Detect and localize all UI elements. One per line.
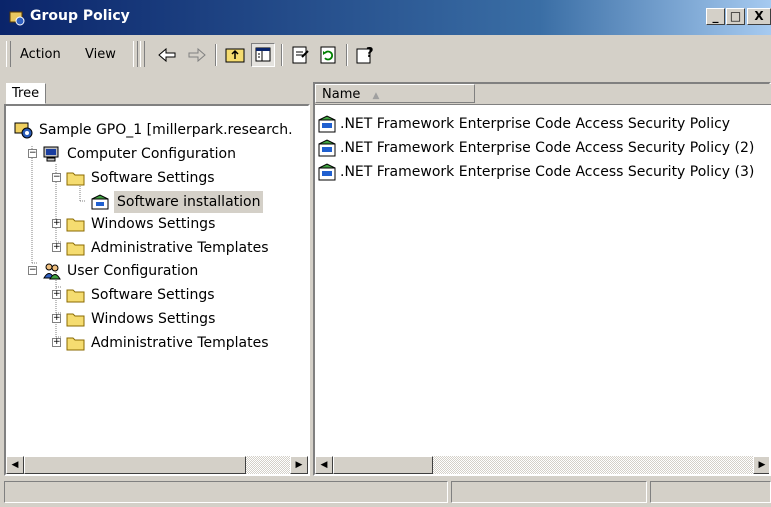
tab-tree[interactable]: Tree xyxy=(6,83,46,104)
collapse-toggle[interactable]: − xyxy=(28,266,37,275)
folder-icon xyxy=(66,289,85,303)
menu-toolbar-bar: Action View ? xyxy=(0,38,771,72)
column-header-label: Name xyxy=(322,87,361,102)
toolbar-grip-1[interactable] xyxy=(133,41,138,67)
tab-tree-label: Tree xyxy=(12,86,40,101)
msi-package-icon xyxy=(318,115,336,133)
status-bar-pane-2 xyxy=(451,481,647,503)
software-install-icon xyxy=(91,194,109,210)
tree-item-label: Sample GPO_1 [millerpark.research. xyxy=(39,122,293,138)
menu-action-label: Action xyxy=(20,47,61,62)
tree-item-label: Administrative Templates xyxy=(91,335,269,351)
scroll-thumb[interactable] xyxy=(333,456,433,474)
folder-icon xyxy=(66,218,85,232)
expand-toggle[interactable]: + xyxy=(52,314,61,323)
expand-toggle[interactable]: + xyxy=(52,243,61,252)
menu-action[interactable]: Action xyxy=(20,47,61,62)
list-item-name: .NET Framework Enterprise Code Access Se… xyxy=(340,116,731,132)
scroll-left-button[interactable]: ◀ xyxy=(315,456,333,474)
gpo-icon xyxy=(14,122,33,139)
help-icon[interactable]: ? xyxy=(353,43,377,67)
properties-icon[interactable] xyxy=(288,43,312,67)
window-title: Group Policy xyxy=(30,8,130,24)
folder-icon xyxy=(66,172,85,186)
expand-toggle[interactable]: + xyxy=(52,290,61,299)
list-header: Name ▲ xyxy=(315,84,771,105)
folder-icon xyxy=(66,313,85,327)
tree-item-label: Software installation xyxy=(114,191,264,213)
tree-pane[interactable]: Sample GPO_1 [millerpark.research. − Com… xyxy=(4,104,310,476)
menu-view-label: View xyxy=(85,47,116,62)
folder-icon xyxy=(66,242,85,256)
close-button[interactable]: X xyxy=(747,8,771,25)
toolbar-separator xyxy=(346,44,348,66)
list-horizontal-scrollbar[interactable]: ◀ ▶ xyxy=(315,456,769,474)
maximize-button[interactable]: □ xyxy=(726,8,745,25)
tree-item-label: Software Settings xyxy=(91,170,215,186)
back-arrow-icon[interactable] xyxy=(155,43,179,67)
status-bar-pane-3 xyxy=(650,481,771,503)
list-item-name: .NET Framework Enterprise Code Access Se… xyxy=(340,164,755,180)
tree-item-label: Windows Settings xyxy=(91,216,216,232)
msi-package-icon xyxy=(318,139,336,157)
toolbar-separator xyxy=(215,44,217,66)
column-header-name[interactable]: Name ▲ xyxy=(315,84,475,103)
menu-view[interactable]: View xyxy=(85,47,116,62)
minimize-button[interactable]: _ xyxy=(706,8,725,25)
scroll-right-button[interactable]: ▶ xyxy=(753,456,769,474)
scroll-thumb[interactable] xyxy=(24,456,246,474)
scroll-right-button[interactable]: ▶ xyxy=(290,456,308,474)
forward-arrow-icon[interactable] xyxy=(185,43,209,67)
tree-item-label: Software Settings xyxy=(91,287,215,303)
tree-horizontal-scrollbar[interactable]: ◀ ▶ xyxy=(6,456,308,474)
tree-item-label: Administrative Templates xyxy=(91,240,269,256)
collapse-toggle[interactable]: − xyxy=(28,149,37,158)
toolbar-separator xyxy=(281,44,283,66)
menu-grip[interactable] xyxy=(6,41,11,67)
msi-package-icon xyxy=(318,163,336,181)
show-hide-tree-icon xyxy=(255,47,271,62)
sort-ascending-icon: ▲ xyxy=(372,91,380,101)
computer-icon xyxy=(43,146,59,162)
title-bar[interactable]: Group Policy _ □ X xyxy=(0,0,771,35)
tree-item-label: Windows Settings xyxy=(91,311,216,327)
folder-icon xyxy=(66,337,85,351)
expand-toggle[interactable]: + xyxy=(52,338,61,347)
tree-item-label: User Configuration xyxy=(67,263,199,279)
status-bar-pane-1 xyxy=(4,481,448,503)
group-policy-app-icon xyxy=(9,11,25,26)
refresh-icon[interactable] xyxy=(316,43,340,67)
show-hide-tree-button[interactable] xyxy=(251,43,275,67)
tree-item-label: Computer Configuration xyxy=(67,146,236,162)
users-icon xyxy=(43,263,61,280)
collapse-toggle[interactable]: − xyxy=(52,173,61,182)
svg-text:?: ? xyxy=(366,46,374,61)
scroll-left-button[interactable]: ◀ xyxy=(6,456,24,474)
list-item-name: .NET Framework Enterprise Code Access Se… xyxy=(340,140,755,156)
up-folder-icon[interactable] xyxy=(223,43,247,67)
expand-toggle[interactable]: + xyxy=(52,219,61,228)
toolbar-grip-2[interactable] xyxy=(140,41,145,67)
